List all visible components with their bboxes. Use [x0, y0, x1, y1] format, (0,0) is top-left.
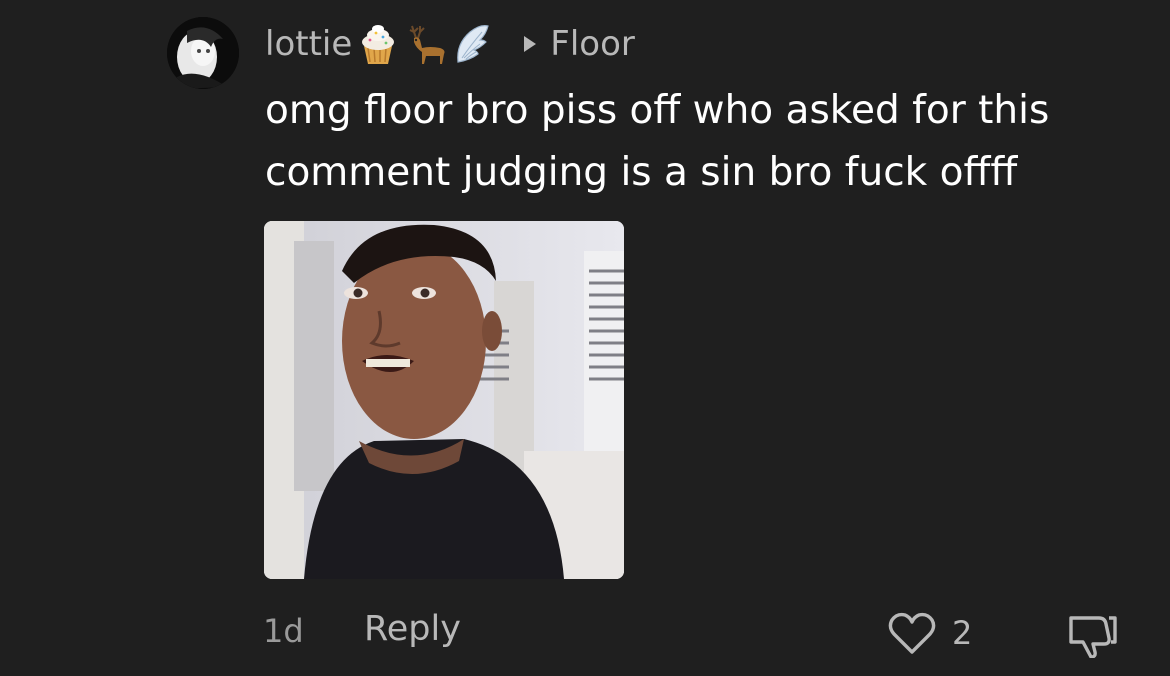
username[interactable]: lottie	[265, 24, 352, 64]
comment-timestamp: 1d	[263, 612, 304, 650]
comment-image[interactable]	[264, 221, 624, 579]
like-button[interactable]: 2	[886, 610, 972, 656]
heart-icon	[888, 612, 936, 654]
cupcake-icon	[362, 25, 395, 64]
wing-icon	[457, 25, 490, 63]
deer-icon	[409, 25, 445, 64]
comment-text-line: omg floor bro piss off who asked for thi…	[265, 88, 1050, 133]
comment-text: omg floor bro piss off who asked for thi…	[265, 80, 1145, 204]
attached-photo	[264, 221, 624, 579]
like-count: 2	[952, 614, 973, 652]
avatar-image	[167, 17, 239, 89]
reply-to-arrow-icon	[524, 36, 537, 52]
thumbs-down-icon	[1069, 616, 1117, 659]
comment-text-line: comment judging is a sin bro fuck offff	[265, 150, 1018, 195]
avatar[interactable]	[167, 17, 239, 89]
user-badges	[356, 22, 494, 66]
dislike-button[interactable]	[1065, 612, 1119, 662]
reply-to-username[interactable]: Floor	[550, 24, 635, 64]
comment-header: lottie Floor	[265, 18, 635, 70]
reply-button[interactable]: Reply	[364, 609, 461, 649]
comment-item: lottie Floor omg floor bro piss off who …	[0, 0, 1170, 676]
comment-footer: 1d Reply 2	[0, 600, 1170, 664]
